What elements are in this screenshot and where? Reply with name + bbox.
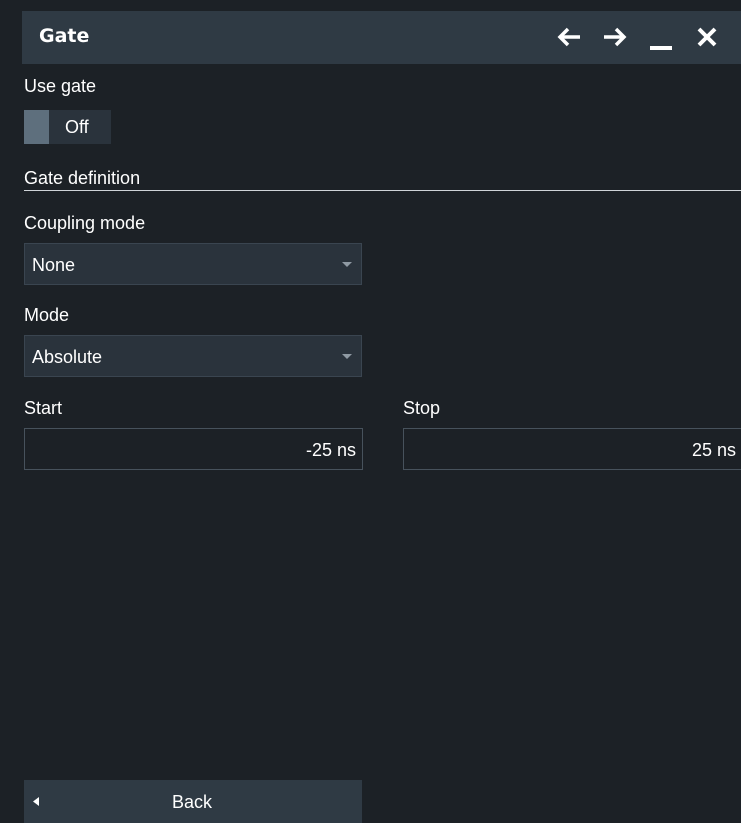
use-gate-label: Use gate (24, 76, 97, 96)
start-label: Start (24, 398, 63, 418)
dialog-title: Gate (39, 25, 90, 47)
chevron-down-icon (342, 262, 352, 267)
coupling-mode-label: Coupling mode (24, 213, 146, 233)
coupling-mode-value: None (32, 255, 76, 275)
minimize-icon[interactable] (645, 19, 677, 55)
section-divider (24, 190, 741, 191)
close-icon[interactable] (691, 19, 723, 55)
toggle-state: Off (65, 117, 89, 137)
chevron-down-icon (342, 354, 352, 359)
chevron-left-icon (33, 797, 39, 806)
arrow-right-icon[interactable] (598, 19, 630, 55)
mode-value: Absolute (32, 347, 103, 367)
arrow-left-icon[interactable] (554, 19, 586, 55)
use-gate-toggle[interactable]: Off (24, 110, 111, 144)
stop-input[interactable]: 25 ns (403, 428, 741, 470)
mode-label: Mode (24, 305, 70, 325)
start-value: -25 ns (305, 440, 356, 460)
back-label: Back (172, 792, 213, 812)
start-input[interactable]: -25 ns (24, 428, 363, 470)
gate-dialog: Gate Use gate Off Gate definition Coupli… (0, 0, 741, 823)
coupling-mode-select[interactable]: None (24, 243, 362, 285)
stop-label: Stop (403, 398, 441, 418)
title-bar: Gate (22, 11, 741, 64)
toggle-knob (24, 110, 49, 144)
stop-value: 25 ns (691, 440, 736, 460)
gate-definition-heading: Gate definition (24, 168, 141, 188)
mode-select[interactable]: Absolute (24, 335, 362, 377)
back-button[interactable]: Back (24, 780, 362, 823)
